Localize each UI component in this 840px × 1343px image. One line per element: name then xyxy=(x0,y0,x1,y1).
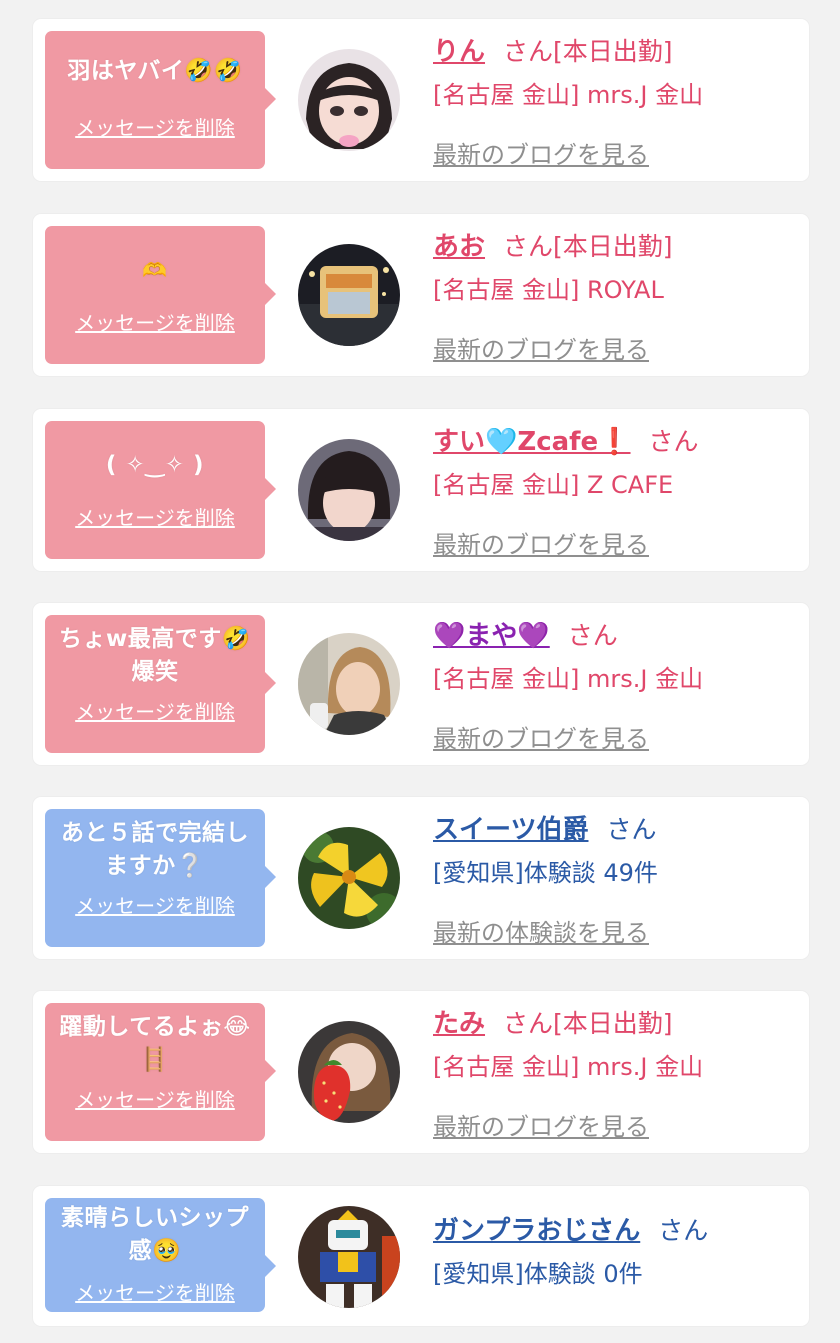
shop-label: [名古屋 金山] ROYAL xyxy=(433,276,664,304)
profile-info: ガンプラおじさん さん [愛知県]体験談 0件 xyxy=(433,1208,799,1292)
profile-name-link[interactable]: たみ xyxy=(433,1009,485,1039)
message-card: 羽はヤバイ🤣🤣 メッセージを削除 りん さん[本日出勤] [名古屋 金山] mrs… xyxy=(33,19,809,181)
message-text: あと５話で完結し ますか❔ xyxy=(61,820,249,879)
message-bubble: 素晴らしいシップ 感🥹 メッセージを削除 xyxy=(45,1198,276,1312)
message-text: 躍動してるよぉ😂 🪜 xyxy=(59,1014,251,1073)
profile-info: 💜まや💜 さん [名古屋 金山] mrs.J 金山 最新のブログを見る xyxy=(433,613,799,754)
avatar[interactable] xyxy=(298,439,400,541)
message-bubble: あと５話で完結し ますか❔ メッセージを削除 xyxy=(45,809,276,947)
avatar[interactable] xyxy=(298,827,400,929)
latest-blog-link[interactable]: 最新のブログを見る xyxy=(433,1107,649,1142)
profile-info: すい🩵Zcafe❗️ さん [名古屋 金山] Z CAFE 最新のブログを見る xyxy=(433,419,799,560)
shop-label: [名古屋 金山] mrs.J 金山 xyxy=(433,665,704,693)
name-suffix: さん xyxy=(567,621,618,650)
message-text: 羽はヤバイ🤣🤣 xyxy=(67,58,243,84)
message-text: ( ✧‿✧ ) xyxy=(105,452,205,478)
message-bubble: ちょw最高です🤣 爆笑 メッセージを削除 xyxy=(45,615,276,753)
latest-blog-link[interactable]: 最新のブログを見る xyxy=(433,719,649,754)
latest-review-link[interactable]: 最新の体験談を見る xyxy=(433,913,649,948)
avatar[interactable] xyxy=(298,1206,400,1308)
latest-blog-link[interactable]: 最新のブログを見る xyxy=(433,135,649,170)
shop-label: [愛知県]体験談 49件 xyxy=(433,859,658,887)
delete-message-link[interactable]: メッセージを削除 xyxy=(45,890,265,919)
delete-message-link[interactable]: メッセージを削除 xyxy=(45,307,265,336)
profile-name-link[interactable]: 💜まや💜 xyxy=(433,621,550,651)
name-suffix: さん xyxy=(606,815,657,844)
message-text: 素晴らしいシップ 感🥹 xyxy=(61,1205,249,1264)
message-card: ちょw最高です🤣 爆笑 メッセージを削除 💜まや💜 さん [名古屋 金山] mrs… xyxy=(33,603,809,765)
profile-name-link[interactable]: あお xyxy=(433,232,485,262)
message-card: ( ✧‿✧ ) メッセージを削除 すい🩵Zcafe❗️ さん [名古屋 金山] Z… xyxy=(33,409,809,571)
message-card: 躍動してるよぉ😂 🪜 メッセージを削除 たみ さん[本日出勤] [名古屋 金山] … xyxy=(33,991,809,1153)
name-suffix: さん xyxy=(658,1216,709,1245)
message-bubble: 羽はヤバイ🤣🤣 メッセージを削除 xyxy=(45,31,276,169)
latest-blog-link[interactable]: 最新のブログを見る xyxy=(433,525,649,560)
name-suffix: さん xyxy=(648,427,699,456)
profile-name-link[interactable]: りん xyxy=(433,37,485,67)
profile-info: スイーツ伯爵 さん [愛知県]体験談 49件 最新の体験談を見る xyxy=(433,807,799,948)
profile-name-link[interactable]: ガンプラおじさん xyxy=(433,1216,640,1246)
avatar[interactable] xyxy=(298,633,400,735)
shop-label: [名古屋 金山] mrs.J 金山 xyxy=(433,1053,704,1081)
message-card: 🫶 メッセージを削除 あお さん[本日出勤] [名古屋 金山] ROYAL 最新の… xyxy=(33,214,809,376)
message-text: ちょw最高です🤣 爆笑 xyxy=(59,626,251,685)
delete-message-link[interactable]: メッセージを削除 xyxy=(45,696,265,725)
profile-name-link[interactable]: すい🩵Zcafe❗️ xyxy=(433,427,631,457)
name-suffix: さん[本日出勤] xyxy=(503,37,673,66)
name-suffix: さん[本日出勤] xyxy=(503,1009,673,1038)
delete-message-link[interactable]: メッセージを削除 xyxy=(45,1277,265,1306)
delete-message-link[interactable]: メッセージを削除 xyxy=(45,502,265,531)
avatar[interactable] xyxy=(298,49,400,151)
message-card: 素晴らしいシップ 感🥹 メッセージを削除 ガンプラおじさん さん [愛知県]体験談… xyxy=(33,1186,809,1326)
message-bubble: 躍動してるよぉ😂 🪜 メッセージを削除 xyxy=(45,1003,276,1141)
delete-message-link[interactable]: メッセージを削除 xyxy=(45,112,265,141)
shop-label: [名古屋 金山] mrs.J 金山 xyxy=(433,81,704,109)
shop-label: [愛知県]体験談 0件 xyxy=(433,1260,643,1288)
message-list: 羽はヤバイ🤣🤣 メッセージを削除 りん さん[本日出勤] [名古屋 金山] mrs… xyxy=(0,0,840,1343)
latest-blog-link[interactable]: 最新のブログを見る xyxy=(433,330,649,365)
profile-info: たみ さん[本日出勤] [名古屋 金山] mrs.J 金山 最新のブログを見る xyxy=(433,1001,799,1142)
avatar[interactable] xyxy=(298,1021,400,1123)
profile-name-link[interactable]: スイーツ伯爵 xyxy=(433,815,588,845)
message-card: あと５話で完結し ますか❔ メッセージを削除 スイーツ伯爵 さん [愛知県]体験談… xyxy=(33,797,809,959)
avatar[interactable] xyxy=(298,244,400,346)
delete-message-link[interactable]: メッセージを削除 xyxy=(45,1084,265,1113)
message-bubble: 🫶 メッセージを削除 xyxy=(45,226,276,364)
name-suffix: さん[本日出勤] xyxy=(503,232,673,261)
profile-info: りん さん[本日出勤] [名古屋 金山] mrs.J 金山 最新のブログを見る xyxy=(433,29,799,170)
message-bubble: ( ✧‿✧ ) メッセージを削除 xyxy=(45,421,276,559)
message-text: 🫶 xyxy=(142,258,168,282)
shop-label: [名古屋 金山] Z CAFE xyxy=(433,471,674,499)
profile-info: あお さん[本日出勤] [名古屋 金山] ROYAL 最新のブログを見る xyxy=(433,224,799,365)
